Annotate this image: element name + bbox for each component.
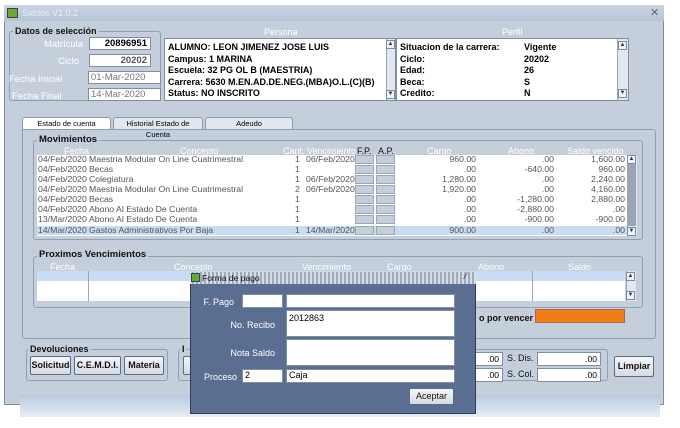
f-pago-description[interactable]: [286, 294, 455, 308]
nota-saldo-label: Nota Saldo: [230, 348, 275, 358]
por-vencer-label: o por vencer: [479, 313, 534, 323]
chevron-down-icon[interactable]: ▼: [627, 227, 636, 236]
chevron-up-icon[interactable]: ▲: [618, 41, 627, 50]
perfil-row: Beca: S: [400, 76, 531, 87]
f-pago-field[interactable]: [242, 294, 283, 308]
chevron-up-icon[interactable]: ▲: [627, 155, 636, 164]
perfil-row: Ciclo: 20202: [400, 53, 550, 64]
scrollbar-thumb[interactable]: [628, 164, 636, 226]
window-title: Saldos V1.0.2: [22, 8, 79, 18]
persona-line-escuela: Escuela: 32 PG OL B (MAESTRIA): [168, 65, 313, 75]
por-vencer-indicator: [535, 309, 625, 323]
fecha-inicial-field[interactable]: 01-Mar-2020: [88, 71, 161, 84]
persona-line-campus: Campus: 1 MARINA: [168, 53, 253, 64]
solicitud-button[interactable]: Solicitud: [30, 356, 71, 375]
perfil-box: Situacion de la carrera: Vigente Ciclo: 20…: [396, 38, 629, 101]
dialog-icon: [191, 273, 200, 282]
chevron-up-icon[interactable]: ▲: [626, 272, 635, 281]
tab-adeudo[interactable]: Adeudo: [205, 117, 293, 129]
app-icon: [7, 8, 18, 18]
ciclo-label: Ciclo: [58, 56, 80, 67]
persona-header: Persona: [264, 27, 298, 37]
chevron-down-icon[interactable]: ▼: [626, 291, 635, 300]
f-pago-label: F. Pago: [203, 297, 234, 307]
chevron-up-icon[interactable]: ▲: [386, 40, 395, 49]
materia-button[interactable]: Materia: [124, 356, 164, 375]
persona-line-carrera: Carrera: 5630 M.EN.AD.DE.NEG.(MBA)O.L.(C…: [168, 76, 375, 87]
dialog-title-bar: Forma de pago: [190, 272, 476, 284]
perfil-row: Situacion de la carrera: Vigente: [400, 42, 557, 52]
nota-saldo-field[interactable]: [286, 339, 455, 366]
matricula-field[interactable]: 20896951: [89, 37, 151, 50]
proceso-code-field[interactable]: 2: [242, 369, 283, 383]
proximos-title: Proximos Vencimientos: [37, 249, 149, 260]
proceso-label: Proceso: [203, 372, 237, 382]
fecha-inicial-label: Fecha Inicial: [9, 74, 63, 85]
table-row[interactable]: 04/Feb/2020 Abono Al Estado De Cuenta 1.00…: [37, 205, 627, 214]
cemdi-button[interactable]: C.E.M.D.I.: [74, 356, 121, 375]
dialog-close-icon[interactable]: ⁄: [465, 271, 467, 281]
no-recibo-label: No. Recibo: [230, 320, 275, 330]
ciclo-field[interactable]: 20202: [89, 54, 151, 67]
movimientos-table: 04/Feb/2020 Maestria Modular On Line Cuat…: [37, 155, 627, 236]
fecha-final-label: Fecha Final: [12, 91, 62, 102]
perfil-row: Edad: 26: [400, 65, 535, 75]
movimientos-title: Movimientos: [37, 134, 100, 145]
s-col-label: S. Col.: [507, 369, 535, 379]
table-row[interactable]: 04/Feb/2020 Colegiatura 1 06/Feb/2020 1,280.…: [37, 175, 627, 184]
matricula-label: Matrícula: [44, 39, 84, 50]
limpiar-button[interactable]: Limpiar: [614, 356, 654, 377]
chevron-down-icon[interactable]: ▼: [618, 89, 627, 98]
table-row[interactable]: 04/Feb/2020 Becas 1.00 -1,280.00 2,880.00: [37, 195, 627, 204]
no-recibo-field[interactable]: 2012863: [286, 310, 455, 337]
title-bar: Saldos V1.0.2: [4, 5, 664, 21]
table-row-selected[interactable]: 14/Mar/2020 Gastos Administrativos Por Ba…: [37, 226, 627, 235]
tab-historial[interactable]: Historial Estado de Cuenta: [113, 117, 203, 139]
table-row[interactable]: 04/Feb/2020 Maestria Modular On Line Cuat…: [37, 185, 627, 194]
fecha-final-field[interactable]: 14-Mar-2020: [88, 88, 161, 101]
aceptar-button[interactable]: Aceptar: [409, 388, 454, 405]
persona-line-status: Status: NO INSCRITO: [168, 88, 260, 98]
persona-line-alumno: ALUMNO: LEON JIMENEZ JOSE LUIS: [168, 42, 330, 52]
perfil-row: Credito: N: [400, 88, 531, 98]
table-row[interactable]: 04/Feb/2020 Becas 1.00 -640.00 960.00: [37, 165, 627, 174]
table-row[interactable]: 13/Mar/2020 Abono Al Estado De Cuenta 1.00…: [37, 215, 627, 224]
proceso-name-field[interactable]: Caja: [286, 369, 455, 383]
s-dis-label: S. Dis.: [507, 353, 534, 363]
perfil-header: Perfil: [502, 27, 523, 37]
selection-group-title: Datos de selección: [13, 26, 99, 36]
close-icon[interactable]: ✕: [650, 6, 659, 19]
table-row[interactable]: 04/Feb/2020 Maestria Modular On Line Cuat…: [37, 155, 627, 164]
dialog-title: Forma de pago: [202, 273, 260, 283]
chevron-down-icon[interactable]: ▼: [386, 90, 395, 99]
tab-estado-de-cuenta[interactable]: Estado de cuenta: [22, 117, 111, 129]
s-dis-field: .00: [537, 352, 601, 366]
info-group-title: I: [180, 344, 187, 354]
persona-box: ALUMNO: LEON JIMENEZ JOSE LUIS Campus: 1…: [164, 38, 396, 101]
s-col-field: .00: [537, 368, 601, 382]
devoluciones-title: Devoluciones: [28, 344, 91, 354]
